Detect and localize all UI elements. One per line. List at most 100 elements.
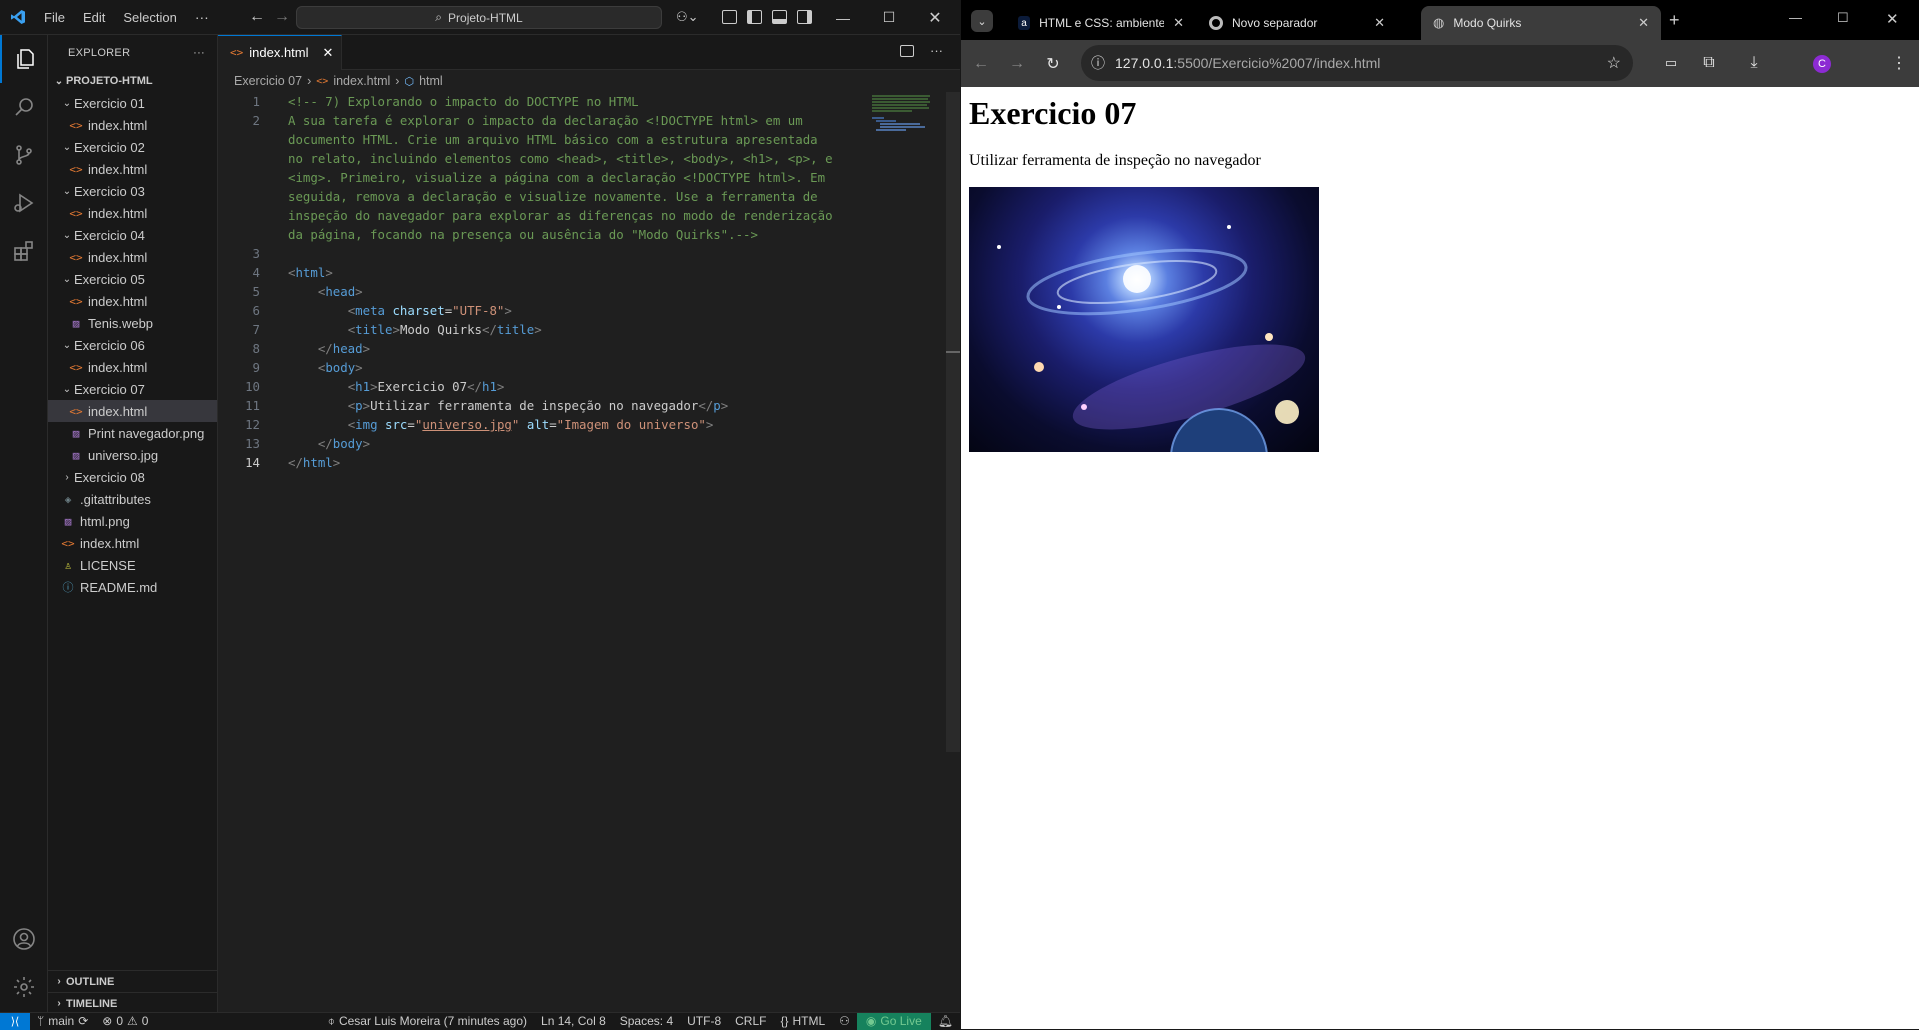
tree-file[interactable]: ▨ html.png xyxy=(48,510,217,532)
minimize-icon[interactable]: — xyxy=(1789,10,1802,25)
remote-indicator-icon[interactable]: ⟩⟨ xyxy=(0,1012,30,1030)
tree-item-label: index.html xyxy=(88,249,148,265)
tree-folder[interactable]: ⌄ Exercicio 07 xyxy=(48,378,217,400)
minimize-icon[interactable]: — xyxy=(820,0,866,35)
split-editor-icon[interactable] xyxy=(900,45,914,57)
tree-file[interactable]: ⓘ README.md xyxy=(48,576,217,598)
back-arrow-icon[interactable]: ← xyxy=(963,46,999,82)
notifications-bell-icon[interactable]: 🔔︎ xyxy=(931,1014,960,1028)
language-label: HTML xyxy=(792,1014,826,1028)
forward-arrow-icon[interactable]: → xyxy=(999,46,1035,82)
close-window-icon[interactable]: ✕ xyxy=(912,0,958,35)
outline-section[interactable]: › OUTLINE xyxy=(48,970,218,992)
code-editor[interactable]: 1 <!-- 7) Explorando o impacto do DOCTYPE… xyxy=(218,92,858,472)
tree-file[interactable]: <> index.html xyxy=(48,532,217,554)
tree-file[interactable]: ▨ universo.jpg xyxy=(48,444,217,466)
maximize-icon[interactable]: ☐ xyxy=(1837,10,1849,26)
command-center[interactable]: ⌕ Projeto-HTML xyxy=(296,6,662,29)
tree-folder[interactable]: ⌄ Exercicio 04 xyxy=(48,224,217,246)
customize-layout-icon[interactable] xyxy=(722,10,737,24)
menu-file[interactable]: File xyxy=(35,0,74,35)
menu-edit[interactable]: Edit xyxy=(74,0,114,35)
tree-folder[interactable]: ⌄ Exercicio 05 xyxy=(48,268,217,290)
chrome-tab-novo-separador[interactable]: Novo separador ✕ xyxy=(1197,6,1397,40)
tree-file[interactable]: ♙ LICENSE xyxy=(48,554,217,576)
timeline-section[interactable]: › TIMELINE xyxy=(48,992,218,1014)
close-window-icon[interactable]: ✕ xyxy=(1886,10,1899,28)
explorer-more-button[interactable]: ··· xyxy=(193,47,205,59)
tree-file[interactable]: <> index.html xyxy=(48,400,217,422)
profile-avatar[interactable]: C xyxy=(1813,55,1831,73)
reload-icon[interactable]: ↻ xyxy=(1035,46,1071,82)
menu-selection[interactable]: Selection xyxy=(114,0,185,35)
accounts-icon[interactable] xyxy=(0,915,48,963)
problems-status[interactable]: ⊗ 0 ⚠ 0 xyxy=(95,1014,155,1028)
minimap[interactable] xyxy=(872,92,932,152)
cursor-position[interactable]: Ln 14, Col 8 xyxy=(534,1014,613,1028)
download-icon[interactable]: ⤓ xyxy=(1736,45,1772,81)
go-live-button[interactable]: ◉ Go Live xyxy=(856,1012,931,1030)
tree-folder[interactable]: › Exercicio 08 xyxy=(48,466,217,488)
manage-gear-icon[interactable] xyxy=(0,963,48,1011)
editor-scrollbar[interactable] xyxy=(946,92,960,752)
close-tab-icon[interactable]: ✕ xyxy=(1638,15,1649,31)
tree-file[interactable]: ▨ Print navegador.png xyxy=(48,422,217,444)
cast-icon[interactable]: ▭ xyxy=(1653,45,1689,81)
language-mode[interactable]: {} HTML xyxy=(773,1014,832,1028)
back-arrow-icon[interactable]: ← xyxy=(243,8,271,26)
copilot-status-icon[interactable]: ⚇ xyxy=(832,1014,857,1028)
forward-arrow-icon[interactable]: → xyxy=(268,8,296,26)
toggle-primary-sidebar-icon[interactable] xyxy=(747,10,762,24)
tree-folder[interactable]: ⌄ Exercicio 01 xyxy=(48,92,217,114)
tree-file[interactable]: <> index.html xyxy=(48,246,217,268)
explorer-sidebar: EXPLORER ··· ⌄ PROJETO-HTML ⌄ Exercicio 0… xyxy=(48,35,218,1012)
encoding-status[interactable]: UTF-8 xyxy=(680,1014,728,1028)
extensions-icon[interactable] xyxy=(0,227,48,275)
chrome-tab-modo-quirks[interactable]: ◍ Modo Quirks ✕ xyxy=(1421,6,1661,40)
tab-index-html[interactable]: <> index.html ✕ xyxy=(218,34,343,70)
project-root[interactable]: ⌄ PROJETO-HTML xyxy=(48,70,217,92)
tree-file[interactable]: <> index.html xyxy=(48,356,217,378)
maximize-icon[interactable]: ☐ xyxy=(866,0,912,35)
tree-file[interactable]: <> index.html xyxy=(48,158,217,180)
chrome-tab-alura[interactable]: a HTML e CSS: ambientes de de ✕ xyxy=(1006,6,1196,40)
tree-folder[interactable]: ⌄ Exercicio 02 xyxy=(48,136,217,158)
toggle-secondary-sidebar-icon[interactable] xyxy=(797,10,812,24)
tree-file[interactable]: <> index.html xyxy=(48,114,217,136)
eol-status[interactable]: CRLF xyxy=(728,1014,773,1028)
search-view-icon[interactable] xyxy=(0,83,48,131)
extensions-puzzle-icon[interactable]: ⧉ xyxy=(1691,45,1727,81)
close-tab-icon[interactable]: ✕ xyxy=(1173,15,1184,31)
line-content: da página, focando na presença ou ausênc… xyxy=(260,225,758,244)
editor-more-icon[interactable]: ··· xyxy=(930,43,943,58)
tab-search-dropdown-icon[interactable]: ⌄ xyxy=(971,10,993,32)
bookmark-star-icon[interactable]: ☆ xyxy=(1607,53,1621,73)
code-token: > xyxy=(325,265,333,280)
breadcrumb-folder[interactable]: Exercicio 07 xyxy=(234,74,302,88)
breadcrumb-file[interactable]: index.html xyxy=(333,74,390,88)
tree-folder[interactable]: ⌄ Exercicio 03 xyxy=(48,180,217,202)
menu-more-button[interactable]: ··· xyxy=(186,9,218,25)
source-control-icon[interactable] xyxy=(0,131,48,179)
git-blame-status[interactable]: ⌽ Cesar Luis Moreira (7 minutes ago) xyxy=(321,1014,534,1029)
new-tab-icon[interactable]: + xyxy=(1669,10,1680,31)
git-file-icon: ◈ xyxy=(64,492,72,506)
code-token: > xyxy=(392,322,400,337)
indentation-status[interactable]: Spaces: 4 xyxy=(613,1014,680,1028)
run-debug-icon[interactable] xyxy=(0,179,48,227)
close-tab-icon[interactable]: ✕ xyxy=(323,45,334,61)
address-bar[interactable]: ⓘ 127.0.0.1:5500/Exercicio%2007/index.ht… xyxy=(1081,45,1633,81)
tree-file[interactable]: <> index.html xyxy=(48,290,217,312)
tree-file[interactable]: ▨ Tenis.webp xyxy=(48,312,217,334)
breadcrumb-symbol[interactable]: html xyxy=(419,74,443,88)
tree-file[interactable]: ◈ .gitattributes xyxy=(48,488,217,510)
toggle-panel-icon[interactable] xyxy=(772,10,787,24)
chrome-menu-icon[interactable]: ⋮ xyxy=(1881,45,1917,81)
copilot-icon[interactable]: ⚇⌄ xyxy=(676,9,699,25)
close-tab-icon[interactable]: ✕ xyxy=(1374,15,1385,31)
tree-file[interactable]: <> index.html xyxy=(48,202,217,224)
tree-folder[interactable]: ⌄ Exercicio 06 xyxy=(48,334,217,356)
explorer-icon[interactable] xyxy=(0,35,48,83)
branch-status[interactable]: ᛘ main ⟳ xyxy=(30,1014,95,1028)
site-info-icon[interactable]: ⓘ xyxy=(1091,53,1105,73)
